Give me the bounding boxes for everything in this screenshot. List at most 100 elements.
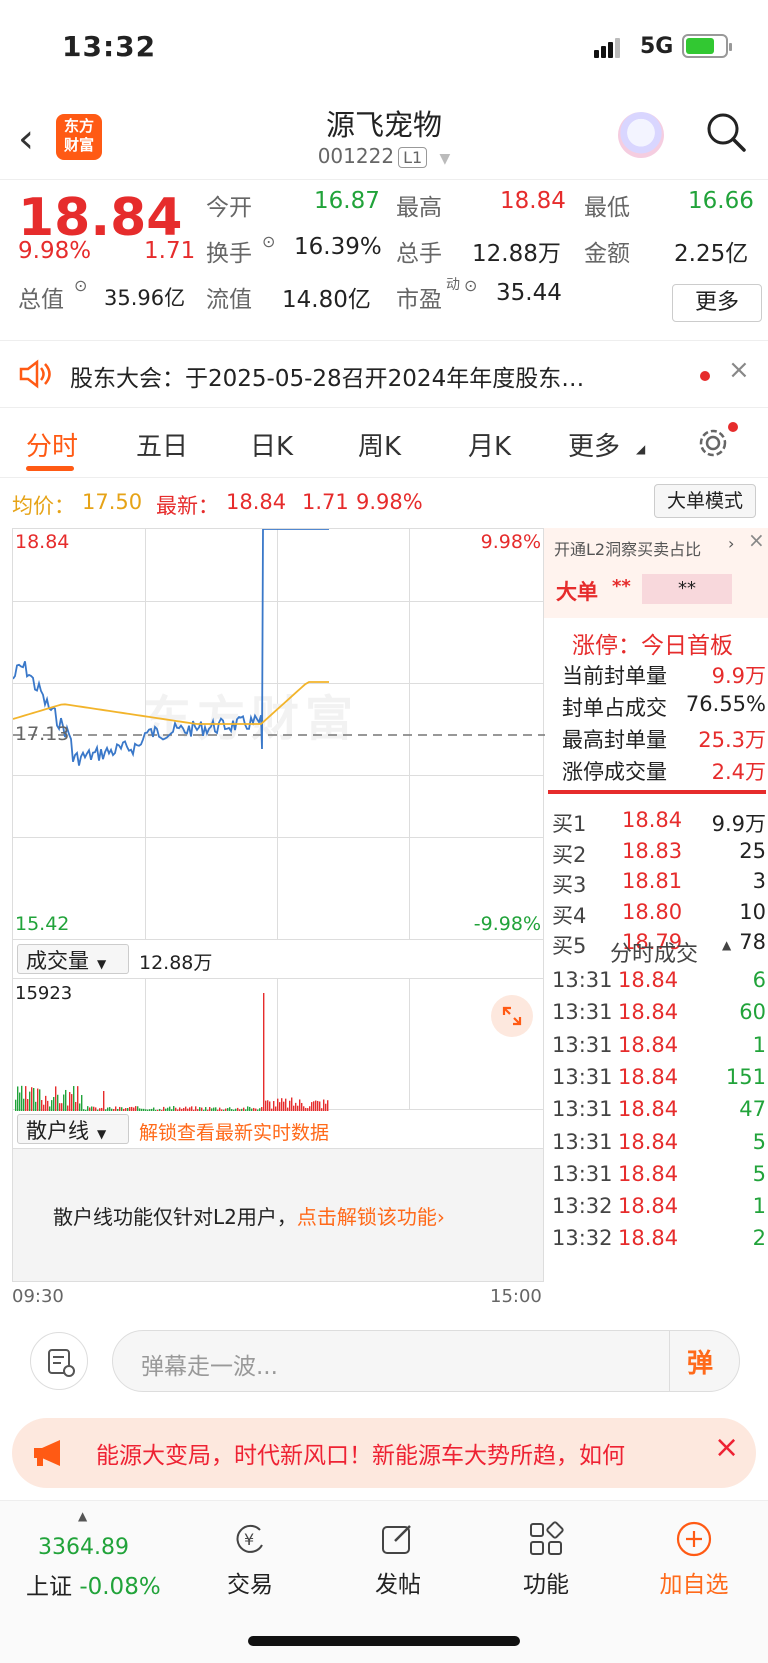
chart-info-bar: 均价： 17.50 最新： 18.84 1.71 9.98% 大单模式 (0, 480, 768, 524)
big-order-label: 大单 (556, 580, 598, 604)
retail-unlock-link[interactable]: 解锁查看最新实时数据 (139, 1118, 329, 1145)
volume-header: 成交量 ▼ 12.88万 (12, 940, 544, 978)
limit-stat-value: 9.9万 (711, 664, 766, 688)
expand-icon[interactable] (491, 995, 533, 1037)
y-axis-top: 18.84 (15, 531, 70, 553)
volume-bar (71, 1094, 73, 1111)
bid-volume: 78 (739, 930, 766, 954)
bid-row[interactable]: 买4 18.80 10 (552, 900, 766, 932)
danmu-placeholder: 弹幕走一波... (141, 1354, 278, 1380)
open-value: 16.87 (314, 188, 380, 214)
close-icon[interactable]: × (714, 1430, 739, 1465)
latest-pct: 9.98% (356, 490, 423, 514)
tick-row: 13:32 18.84 1 (552, 1194, 766, 1226)
status-time: 13:32 (62, 30, 157, 63)
nav-post[interactable]: 发帖 (338, 1519, 458, 1599)
assistant-avatar-icon[interactable] (618, 112, 664, 158)
volume-bar (65, 1089, 67, 1111)
index-value[interactable]: 3364.89 (38, 1535, 129, 1560)
pe-label: 市盈 (396, 287, 442, 313)
bid-label: 买2 (552, 842, 587, 867)
big-order-mode-button[interactable]: 大单模式 (654, 484, 756, 518)
retail-message: 散户线功能仅针对L2用户， (53, 1205, 297, 1229)
limit-stat-label: 涨停成交量 (562, 760, 667, 784)
sort-up-icon: ▲ (722, 938, 732, 952)
volume-bar (73, 1086, 75, 1111)
nav-post-label: 发帖 (375, 1572, 421, 1598)
retail-selector[interactable]: 散户线 ▼ (17, 1114, 129, 1144)
bid-row[interactable]: 买1 18.84 9.9万 (552, 808, 766, 840)
more-button[interactable]: 更多 (672, 284, 762, 322)
limit-stat-row: 涨停成交量 2.4万 (554, 756, 766, 788)
danmu-send-button[interactable]: 弹 (687, 1343, 713, 1380)
nav-add-watchlist[interactable]: 加自选 (634, 1519, 754, 1599)
retail-panel: 散户线功能仅针对L2用户，点击解锁该功能› (12, 1148, 544, 1282)
tick-volume: 60 (739, 1000, 766, 1025)
retail-label: 散户线 (26, 1119, 89, 1143)
l2-promo[interactable]: 开通L2洞察买卖占比 › × 大单 ** ** (544, 528, 768, 618)
float-label: 流值 (206, 287, 252, 313)
search-icon[interactable] (704, 110, 748, 158)
tab-intraday[interactable]: 分时 (26, 426, 78, 463)
volume-value: 12.88万 (472, 241, 561, 267)
chevron-right-icon: › (728, 534, 735, 553)
index-row[interactable]: 上证 -0.08% (26, 1567, 161, 1601)
limit-stat-row: 当前封单量 9.9万 (554, 660, 766, 692)
tick-row: 13:31 18.84 1 (552, 1033, 766, 1065)
ticks-title[interactable]: 分时成交 (610, 936, 698, 968)
limit-divider (548, 790, 766, 794)
close-icon[interactable]: × (728, 355, 750, 385)
info-dots-icon[interactable]: ⊙ (464, 276, 477, 295)
bid-row[interactable]: 买3 18.81 3 (552, 869, 766, 901)
settings-gear-icon[interactable] (696, 426, 730, 464)
nav-functions[interactable]: 功能 (486, 1519, 606, 1599)
home-indicator (248, 1636, 520, 1646)
tab-daily-k[interactable]: 日K (250, 426, 293, 463)
volume-label: 总手 (396, 241, 442, 267)
tab-weekly-k[interactable]: 周K (358, 426, 401, 463)
l2-promo-text: 开通L2洞察买卖占比 (554, 540, 702, 559)
tick-time: 13:31 (552, 1129, 613, 1154)
volume-selector[interactable]: 成交量 ▼ (17, 944, 129, 974)
tab-monthly-k[interactable]: 月K (468, 426, 511, 463)
danmu-input[interactable]: 弹幕走一波... 弹 (112, 1330, 740, 1392)
time-start: 09:30 (12, 1286, 64, 1307)
close-icon[interactable]: × (748, 528, 765, 552)
svg-text:¥: ¥ (244, 1530, 254, 1549)
danmu-settings-icon[interactable] (30, 1332, 88, 1390)
caret-down-icon: ▼ (439, 151, 451, 167)
retail-unlock-button[interactable]: 点击解锁该功能 (297, 1205, 437, 1229)
tick-price: 18.84 (618, 1097, 679, 1122)
intraday-chart[interactable]: 东方财富 18.84 17.13 15.42 9.98% -9.98% (12, 528, 545, 940)
bid-price: 18.81 (622, 869, 683, 893)
tick-time: 13:31 (552, 1097, 613, 1122)
change-amount: 1.71 (144, 238, 196, 264)
danmu-bar: 弹幕走一波... 弹 (0, 1310, 768, 1410)
volume-chart[interactable]: 15923 (12, 978, 544, 1111)
tab-indicator (26, 466, 74, 471)
pct-axis-top: 9.98% (480, 531, 541, 553)
limit-stat-label: 当前封单量 (562, 664, 667, 688)
limit-stat-label: 最高封单量 (562, 728, 667, 752)
bid-label: 买3 (552, 873, 587, 897)
tab-more[interactable]: 更多 (568, 426, 620, 463)
nav-trade[interactable]: ¥ 交易 (190, 1519, 310, 1599)
tab-five-day[interactable]: 五日 (136, 426, 188, 463)
volume-bar (29, 1091, 31, 1111)
bid-price: 18.83 (622, 838, 683, 863)
y-axis-bottom: 15.42 (15, 913, 70, 935)
tick-row: 13:31 18.84 5 (552, 1129, 766, 1162)
tick-volume: 5 (752, 1129, 766, 1154)
add-circle-icon (676, 1521, 712, 1557)
notice-bar[interactable]: 股东大会：于2025-05-28召开2024年年度股东… × (0, 340, 768, 408)
info-dots-icon[interactable]: ⊙ (262, 232, 275, 251)
promo-banner[interactable]: 能源大变局，时代新风口！新能源车大势所趋，如何 × (12, 1418, 756, 1488)
tick-volume: 1 (752, 1194, 766, 1219)
high-value: 18.84 (500, 188, 566, 214)
bid-row[interactable]: 买2 18.83 25 (552, 838, 766, 871)
volume-bars (15, 993, 329, 1111)
volume-bar (25, 1086, 27, 1111)
limit-stat-value: 76.55% (685, 692, 766, 716)
speaker-icon (18, 359, 52, 393)
info-dots-icon[interactable]: ⊙ (74, 276, 87, 295)
